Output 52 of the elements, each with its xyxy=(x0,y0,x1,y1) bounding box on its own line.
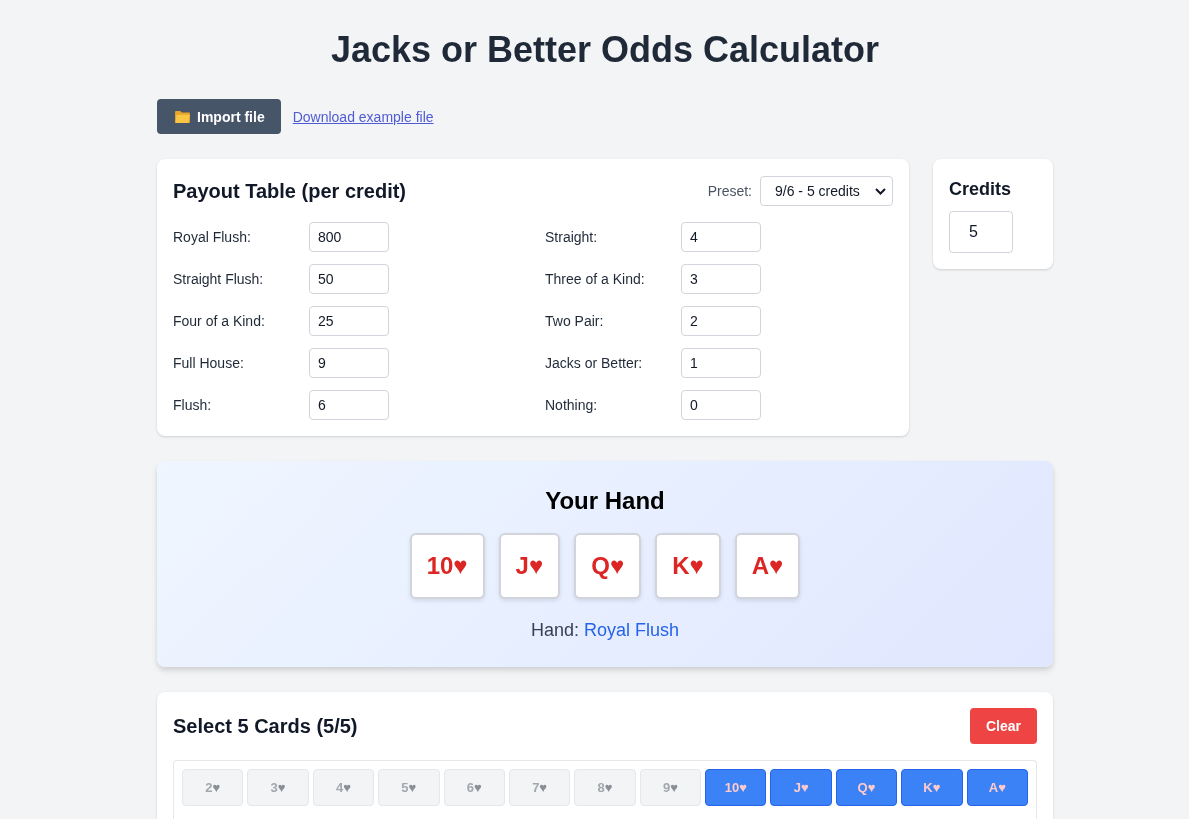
card-button[interactable]: 9♥ xyxy=(639,769,702,806)
credits-input[interactable]: 5 xyxy=(949,211,1013,253)
card-button[interactable]: A♥ xyxy=(966,769,1028,806)
payout-input[interactable]: 1 xyxy=(681,348,761,378)
hand-result: Hand: Royal Flush xyxy=(529,619,681,642)
playing-card[interactable]: Q♥ xyxy=(574,533,642,599)
card-button[interactable]: Q♥ xyxy=(835,769,898,806)
card-button[interactable]: 7♥ xyxy=(508,769,571,806)
folder-icon xyxy=(175,110,190,123)
payout-label: Three of a Kind: xyxy=(545,271,646,287)
playing-card[interactable]: A♥ xyxy=(734,533,801,599)
card-button[interactable]: 10♥ xyxy=(705,769,767,806)
picker-title: Select 5 Cards (5/5) xyxy=(173,714,358,739)
payout-label: Royal Flush: xyxy=(173,229,252,245)
card-button[interactable]: 8♥ xyxy=(574,769,636,806)
playing-card[interactable]: J♥ xyxy=(498,533,561,599)
hand-title: Your Hand xyxy=(544,486,666,516)
credits-title: Credits xyxy=(949,178,1012,201)
page-title: Jacks or Better Odds Calculator xyxy=(329,28,881,72)
payout-input[interactable]: 9 xyxy=(309,348,389,378)
payout-label: Straight Flush: xyxy=(173,271,265,287)
card-button[interactable]: 4♥ xyxy=(312,769,375,806)
payout-label: Two Pair: xyxy=(545,313,605,329)
panel-title: Payout Table (per credit) xyxy=(173,179,406,204)
payout-label: Straight: xyxy=(545,229,599,245)
payout-input[interactable]: 3 xyxy=(681,264,761,294)
payout-label: Full House: xyxy=(173,355,245,371)
import-button[interactable]: Import file xyxy=(157,99,281,134)
playing-card[interactable]: 10♥ xyxy=(409,533,485,599)
card-button[interactable]: 6♥ xyxy=(443,769,505,806)
payout-input[interactable]: 50 xyxy=(309,264,389,294)
payout-input[interactable]: 0 xyxy=(681,390,761,420)
chevron-down-icon xyxy=(875,187,886,195)
card-button[interactable]: K♥ xyxy=(901,769,963,806)
preset-select[interactable]: 9/6 - 5 credits xyxy=(760,176,893,206)
payout-input[interactable]: 4 xyxy=(681,222,761,252)
payout-input[interactable]: 800 xyxy=(309,222,389,252)
payout-label: Four of a Kind: xyxy=(173,313,266,329)
payout-input[interactable]: 2 xyxy=(681,306,761,336)
payout-input[interactable]: 6 xyxy=(309,390,389,420)
payout-label: Flush: xyxy=(173,397,213,413)
card-button[interactable]: 3♥ xyxy=(247,769,309,806)
download-link[interactable]: Download example file xyxy=(292,108,434,125)
payout-label: Nothing: xyxy=(545,397,599,413)
payout-input[interactable]: 25 xyxy=(309,306,389,336)
preset-label: Preset: xyxy=(707,183,752,199)
card-button[interactable]: 2♥ xyxy=(182,769,244,806)
playing-card[interactable]: K♥ xyxy=(655,533,721,599)
card-button[interactable]: 5♥ xyxy=(378,769,440,806)
clear-button[interactable]: Clear xyxy=(969,708,1037,744)
card-button[interactable]: J♥ xyxy=(770,769,832,806)
payout-label: Jacks or Better: xyxy=(545,355,644,371)
